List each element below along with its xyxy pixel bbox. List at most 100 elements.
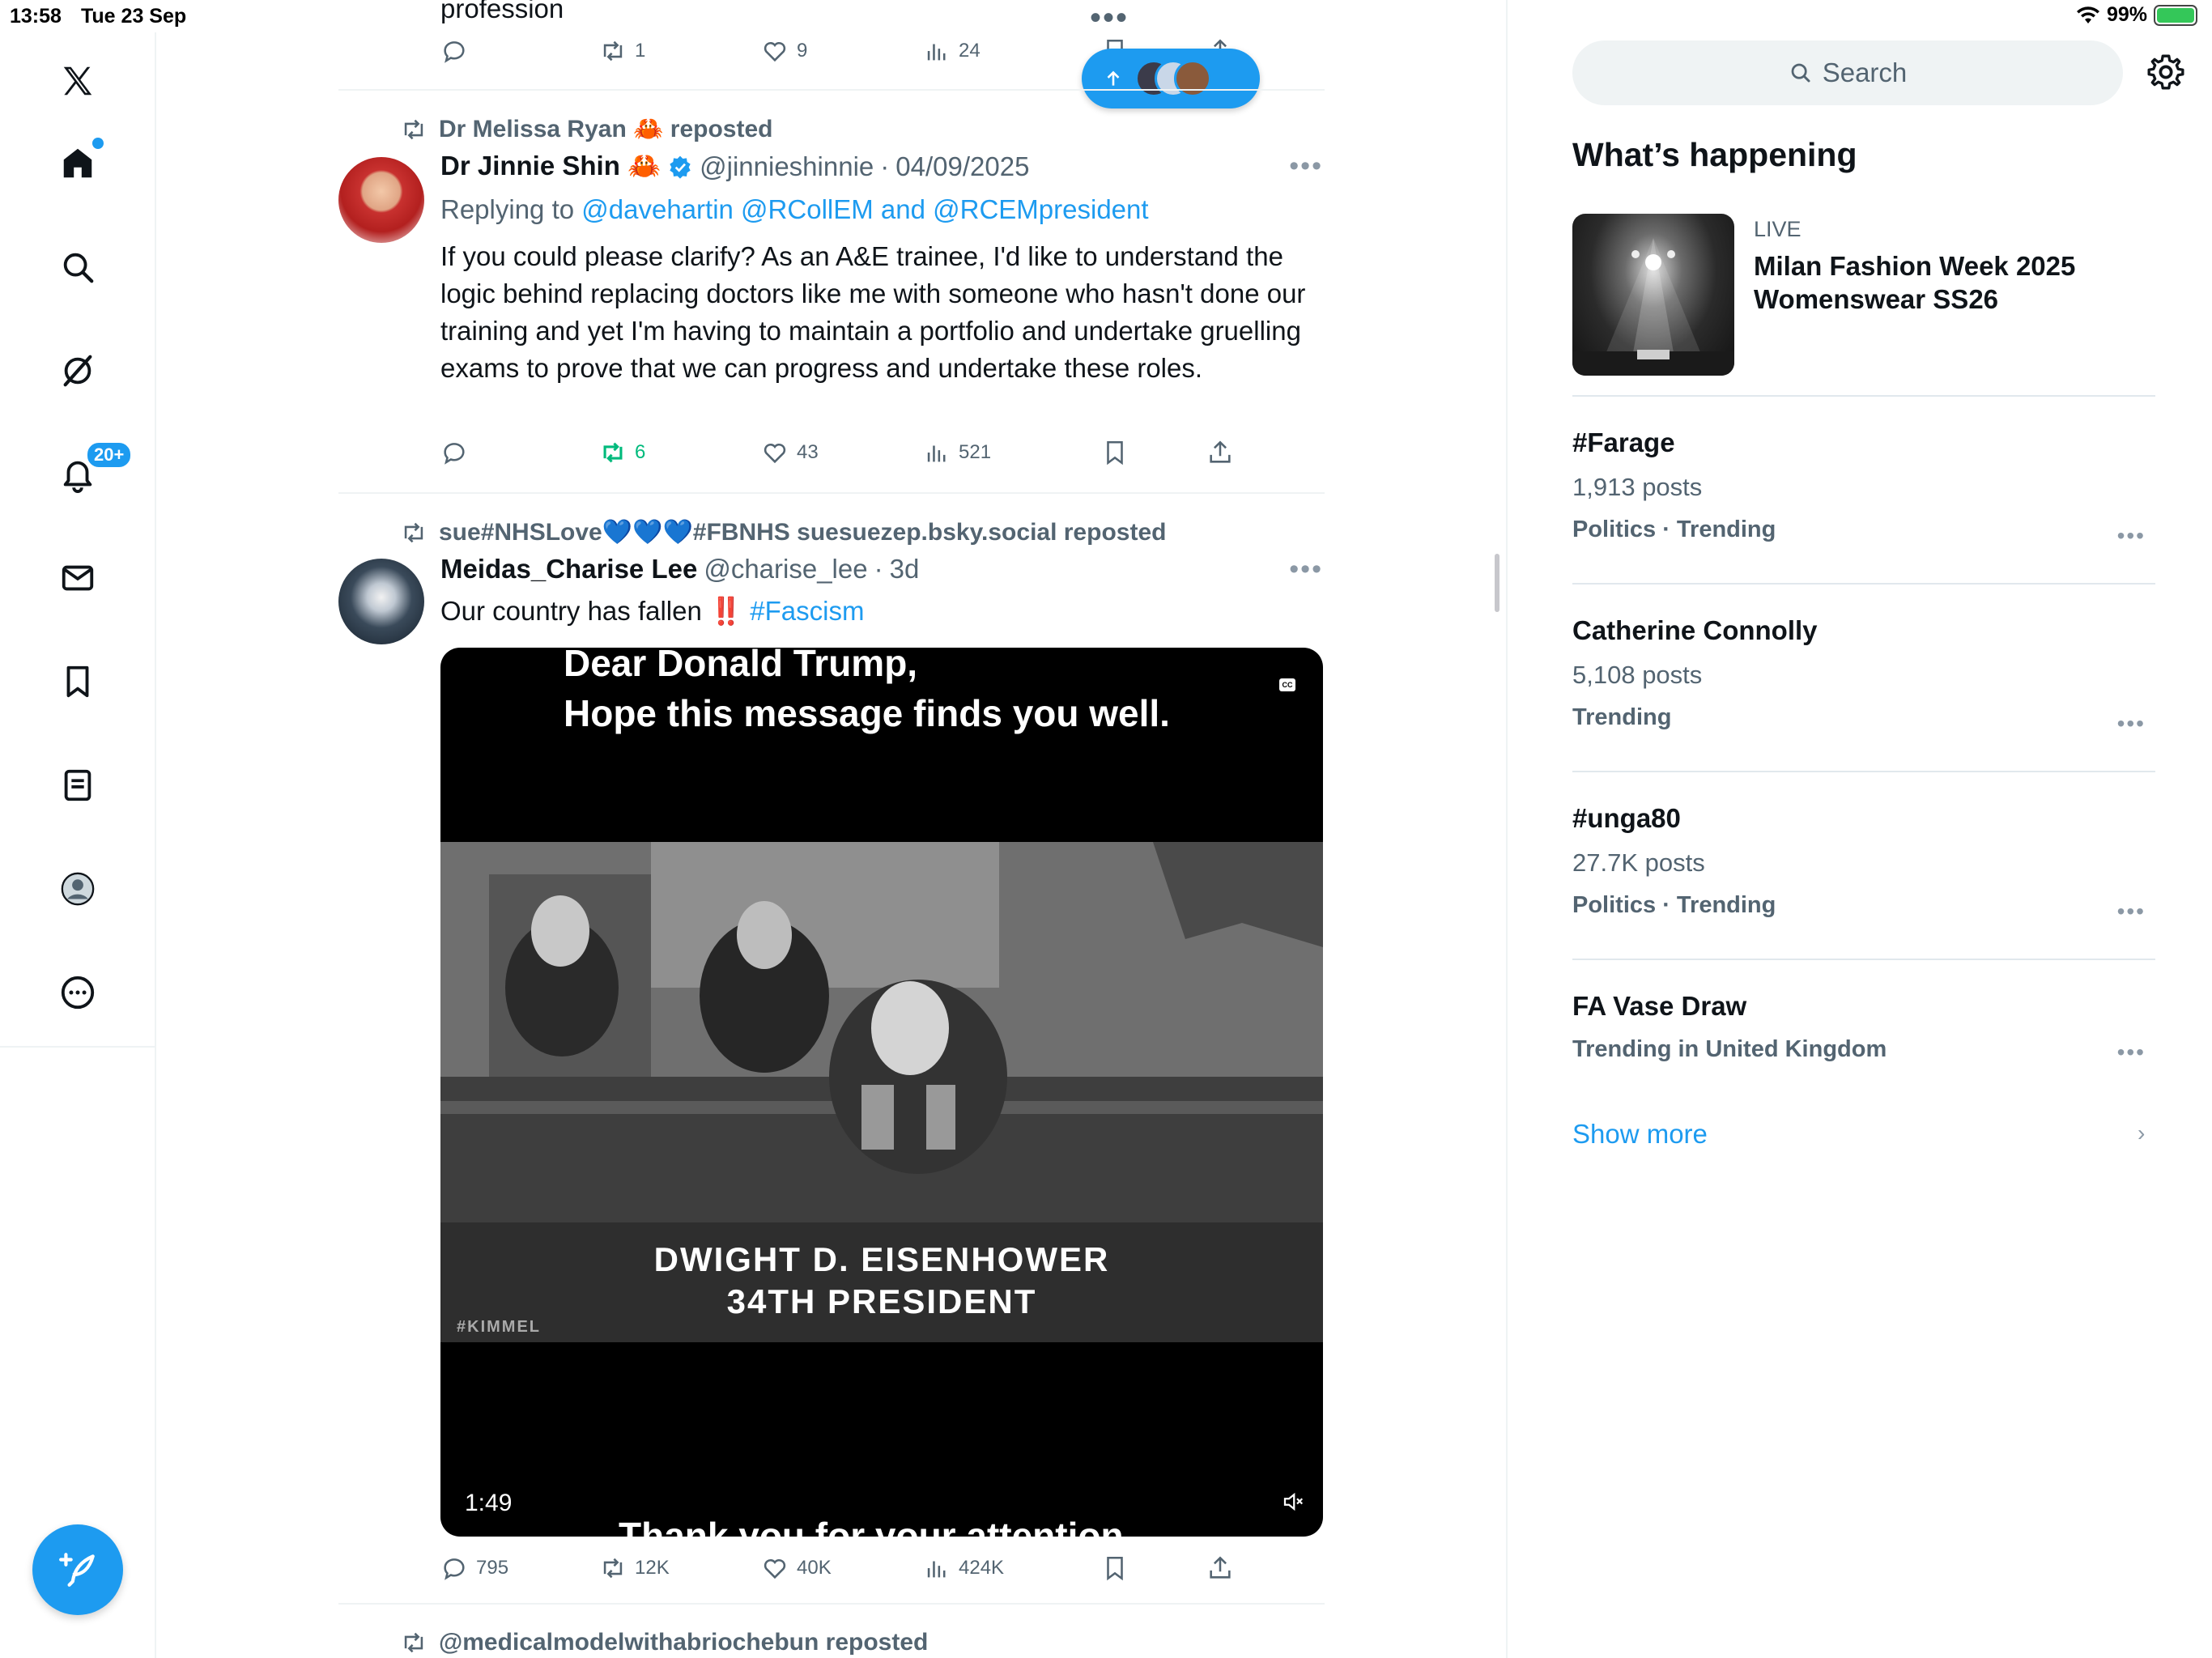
repost-button[interactable]: 1	[599, 31, 645, 71]
tweet-date[interactable]: 04/09/2025	[895, 151, 1029, 182]
nav-grok[interactable]	[45, 338, 110, 403]
view-count: 424K	[959, 1557, 1005, 1579]
caption-line: Dear Donald Trump,	[564, 648, 918, 684]
bookmark-button[interactable]	[1101, 432, 1129, 473]
nav-search[interactable]	[45, 235, 110, 300]
repost-context[interactable]: @medicalmodelwithabriochebun reposted	[400, 1629, 928, 1656]
tweet-text-partial: profession	[440, 0, 564, 23]
repost-icon	[603, 1558, 623, 1579]
author-handle[interactable]: @jinnieshinnie	[700, 151, 874, 182]
views-button[interactable]: 24	[923, 31, 981, 71]
separator-dot: ·	[880, 151, 890, 181]
trend-more-icon[interactable]: •••	[2117, 711, 2146, 737]
nav-notifications[interactable]: 20+	[45, 441, 133, 507]
trend-more-icon[interactable]: •••	[2117, 1039, 2146, 1065]
repost-icon	[404, 522, 423, 542]
share-button[interactable]	[1206, 432, 1234, 473]
replying-prefix: Replying to	[440, 194, 575, 224]
reply-button[interactable]	[440, 432, 468, 473]
trend-more-icon[interactable]: •••	[2117, 899, 2146, 925]
bookmark-button[interactable]	[1101, 1548, 1129, 1588]
views-button[interactable]: 424K	[923, 1548, 1004, 1588]
new-posts-pill[interactable]	[1082, 49, 1260, 108]
chevron-right-icon[interactable]: ›	[2138, 1120, 2145, 1146]
trend-count: 27.7K posts	[1572, 848, 1705, 877]
nav-lists[interactable]	[45, 753, 110, 818]
replying-to: Replying to @davehartin @RCollEM and @RC…	[440, 191, 1331, 228]
show-more-link[interactable]: Show more	[1572, 1119, 1708, 1150]
caption-line: Hope this message finds you well.	[564, 692, 1170, 734]
trend-title: #unga80	[1572, 803, 1681, 833]
video-watermark: #KIMMEL	[457, 1318, 541, 1336]
like-button[interactable]: 9	[761, 31, 807, 71]
list-icon	[64, 769, 91, 801]
nav-profile[interactable]	[45, 857, 110, 921]
trend-meta: Politics · Trending	[1572, 892, 1776, 918]
replying-to-handles[interactable]: @davehartin @RCollEM and @RCEMpresident	[581, 194, 1148, 224]
trend-title: Catherine Connolly	[1572, 615, 1818, 645]
repost-button[interactable]: 6	[599, 432, 645, 473]
tweet-text: If you could please clarify? As an A&E t…	[440, 241, 1306, 383]
tweet-separator	[338, 89, 1325, 91]
reply-icon	[444, 41, 465, 63]
author-name[interactable]: Dr Jinnie Shin 🦀	[440, 151, 661, 182]
hashtag-link[interactable]: #Fascism	[750, 596, 864, 626]
live-event-scene	[1572, 238, 1734, 376]
tweet-more-icon[interactable]: •••	[1289, 151, 1323, 182]
views-icon	[927, 1561, 946, 1578]
share-icon	[1210, 440, 1231, 463]
trend-item[interactable]: FA Vase Draw Trending in United Kingdom …	[1572, 991, 2155, 1065]
trend-item[interactable]: Catherine Connolly 5,108 posts Trending …	[1572, 615, 2155, 736]
avatar[interactable]	[338, 157, 424, 243]
scrollbar-thumb[interactable]	[1495, 554, 1499, 612]
repost-context[interactable]: Dr Melissa Ryan 🦀 reposted	[400, 115, 773, 143]
gear-icon[interactable]	[2146, 52, 2186, 92]
views-icon	[927, 445, 946, 462]
nav-home[interactable]	[45, 131, 110, 196]
search-input[interactable]: Search	[1572, 40, 2123, 105]
nav-messages[interactable]	[45, 546, 110, 610]
nav-bookmarks[interactable]	[45, 649, 110, 714]
like-count: 40K	[797, 1557, 832, 1579]
like-button[interactable]: 43	[761, 432, 819, 473]
reply-button[interactable]	[440, 31, 468, 71]
trend-item[interactable]: #Farage 1,913 posts Politics · Trending …	[1572, 427, 2155, 548]
reply-button[interactable]: 795	[440, 1548, 508, 1588]
bookmark-icon	[66, 665, 89, 698]
repost-icon	[603, 442, 623, 463]
views-button[interactable]: 521	[923, 432, 991, 473]
trend-more-icon[interactable]: •••	[2117, 523, 2146, 549]
bookmark-icon	[1107, 440, 1123, 466]
trend-count: 1,913 posts	[1572, 473, 1703, 501]
like-button[interactable]: 40K	[761, 1548, 832, 1588]
nav-more[interactable]	[45, 960, 110, 1025]
video-player[interactable]: Dear Donald Trump, Hope this message fin…	[440, 648, 1323, 1537]
compose-button[interactable]	[32, 1524, 123, 1615]
x-logo-icon[interactable]	[45, 49, 110, 113]
author-name[interactable]: Meidas_Charise Lee	[440, 554, 697, 585]
divider	[1572, 395, 2155, 397]
avatar[interactable]	[338, 559, 424, 644]
tweet-date[interactable]: 3d	[890, 554, 920, 585]
section-title: What’s happening	[1572, 136, 1857, 173]
mute-icon[interactable]	[1281, 1490, 1305, 1514]
verified-badge-icon	[670, 155, 691, 179]
captions-icon[interactable]: CC	[1279, 678, 1295, 691]
tweet-more-icon[interactable]: •••	[1289, 554, 1323, 585]
tweet-actions: 795 12K 40K 424K	[440, 1548, 1250, 1588]
repost-context[interactable]: sue#NHSLove💙💙💙#FBNHS suesuezep.bsky.soci…	[400, 518, 1166, 546]
tweet-text: Our country has fallen ‼️ #Fascism	[440, 593, 1331, 630]
author-handle[interactable]: @charise_lee	[704, 554, 867, 585]
live-event-card[interactable]: LIVE Milan Fashion Week 2025 Womenswear …	[1572, 214, 2155, 376]
video-lower-title: DWIGHT D. EISENHOWER 34TH PRESIDENT	[440, 1239, 1323, 1323]
tweet-separator	[338, 1603, 1325, 1605]
live-label: LIVE	[1754, 217, 1802, 241]
tweet-separator	[338, 492, 1325, 494]
share-button[interactable]	[1206, 1548, 1234, 1588]
more-dots-icon[interactable]: •••	[1090, 0, 1129, 36]
trend-item[interactable]: #unga80 27.7K posts Politics · Trending …	[1572, 803, 2155, 924]
status-date: Tue 23 Sep	[81, 5, 187, 28]
reply-count: 795	[476, 1557, 509, 1579]
repost-button[interactable]: 12K	[599, 1548, 670, 1588]
share-icon	[1210, 1556, 1231, 1579]
